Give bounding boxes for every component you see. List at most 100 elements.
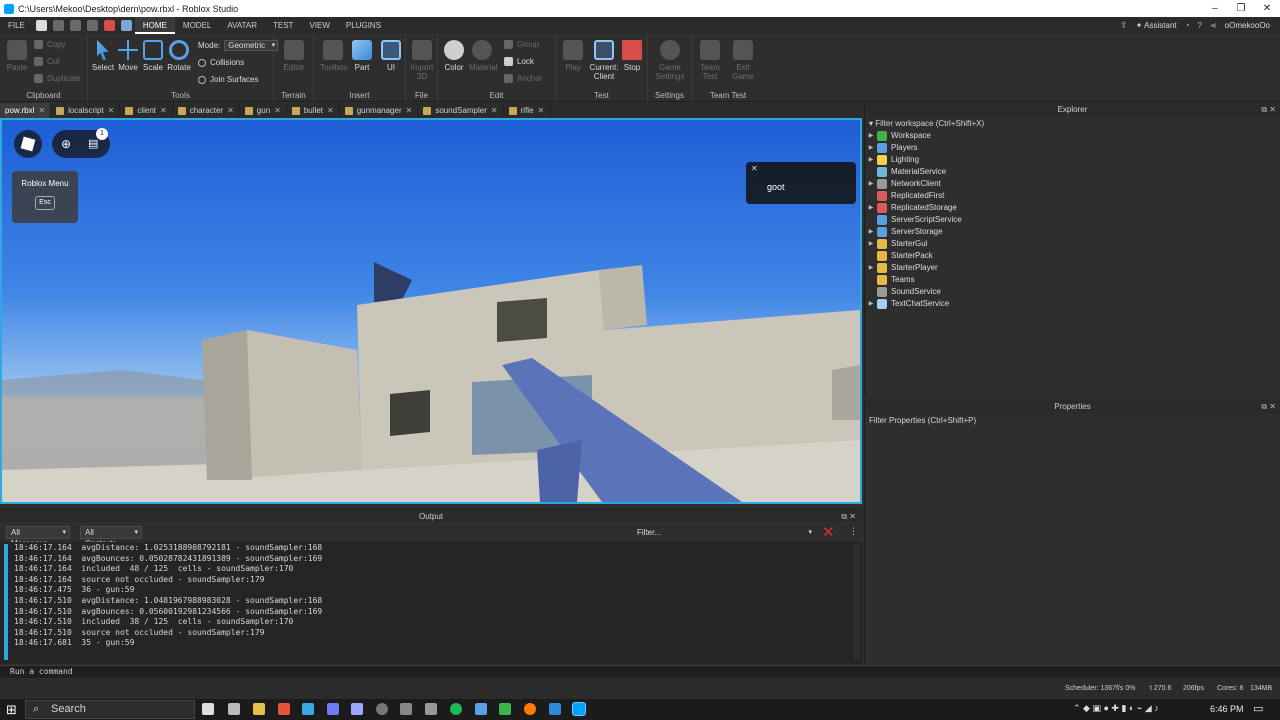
spotify-icon[interactable] — [450, 703, 462, 715]
close-tab-icon[interactable]: ✕ — [108, 103, 115, 118]
explorer-item-textchatservice[interactable]: ▶ TextChatService — [865, 298, 1280, 310]
expand-arrow-icon[interactable]: ▶ — [865, 178, 877, 190]
expand-arrow-icon[interactable]: ▶ — [865, 142, 877, 154]
output-scrollbar[interactable] — [854, 544, 860, 660]
firefox-icon[interactable] — [524, 703, 536, 715]
explorer-item-replicatedfirst[interactable]: ReplicatedFirst — [865, 190, 1280, 202]
explorer-item-lighting[interactable]: ▶ Lighting — [865, 154, 1280, 166]
explorer-item-soundservice[interactable]: SoundService — [865, 286, 1280, 298]
notifications-icon[interactable]: ◔ — [1185, 21, 1190, 30]
move-tool[interactable]: Move — [115, 40, 141, 72]
lock-button[interactable]: Lock — [504, 57, 534, 66]
output-filter-input[interactable]: Filter... — [632, 526, 816, 539]
clear-output-icon[interactable]: ✕ — [822, 523, 835, 541]
undo-icon[interactable] — [52, 20, 64, 31]
minimize-button[interactable]: – — [1202, 3, 1228, 14]
paste-button[interactable]: Paste — [4, 40, 30, 72]
close-tab-icon[interactable]: ✕ — [538, 103, 545, 118]
camera-icon[interactable]: ⊕ — [61, 137, 71, 151]
task-view-icon[interactable] — [202, 703, 214, 715]
tab-pow-rbxl[interactable]: pow.rbxl ✕ — [0, 103, 52, 118]
obs-icon[interactable] — [376, 703, 388, 715]
close-tab-icon[interactable]: ✕ — [274, 103, 281, 118]
close-tab-icon[interactable]: ✕ — [491, 103, 498, 118]
tab-localscript[interactable]: localscript ✕ — [51, 103, 121, 118]
stop-button[interactable]: Stop — [619, 40, 645, 72]
explorer-item-starterpack[interactable]: StarterPack — [865, 250, 1280, 262]
explorer-item-serverstorage[interactable]: ▶ ServerStorage — [865, 226, 1280, 238]
select-tool[interactable]: Select — [90, 40, 116, 72]
toolbox-button[interactable]: Toolbox — [320, 40, 348, 72]
scale-tool[interactable]: Scale — [140, 40, 166, 72]
taskbar-search[interactable]: ⌕ Search — [25, 700, 195, 719]
play-button[interactable]: Play — [560, 40, 586, 72]
close-tab-icon[interactable]: ✕ — [327, 103, 334, 118]
terrain-editor-button[interactable]: Editor — [281, 40, 307, 72]
toast-close-button[interactable]: ✕ — [751, 164, 758, 173]
import-3d-button[interactable]: Import 3D — [409, 40, 435, 81]
explorer-item-workspace[interactable]: ▶ Workspace — [865, 130, 1280, 142]
properties-filter-input[interactable]: Filter Properties (Ctrl+Shift+P) — [865, 414, 1280, 427]
share-icon[interactable]: ⇪ — [1120, 20, 1128, 31]
explorer-item-materialservice[interactable]: MaterialService — [865, 166, 1280, 178]
ui-button[interactable]: UI — [378, 40, 404, 72]
new-file-icon[interactable] — [35, 20, 47, 31]
app-icon[interactable] — [400, 703, 412, 715]
exit-game-button[interactable]: Exit Game — [730, 40, 756, 81]
close-tab-icon[interactable]: ✕ — [160, 103, 167, 118]
tab-client[interactable]: client ✕ — [120, 103, 173, 118]
app-icon[interactable] — [499, 703, 511, 715]
group-button[interactable]: Group — [504, 40, 539, 49]
expand-arrow-icon[interactable]: ▶ — [865, 262, 877, 274]
brave-browser-icon[interactable] — [278, 703, 290, 715]
explorer-item-startergui[interactable]: ▶ StarterGui — [865, 238, 1280, 250]
app-icon[interactable] — [425, 703, 437, 715]
roblox-logo-button[interactable] — [14, 130, 42, 158]
contexts-filter-dropdown[interactable]: All Contexts — [80, 526, 142, 548]
explorer-item-networkclient[interactable]: ▶ NetworkClient — [865, 178, 1280, 190]
close-button[interactable]: ✕ — [1254, 3, 1280, 14]
restore-button[interactable]: ❐ — [1228, 3, 1254, 14]
messages-filter-dropdown[interactable]: All Messages — [6, 526, 70, 548]
properties-panel-controls[interactable]: ⧉ ✕ — [1261, 400, 1276, 414]
join-surfaces-toggle[interactable]: Join Surfaces — [198, 75, 258, 84]
taskbar-clock[interactable]: 6:46 PM — [1210, 704, 1244, 714]
expand-arrow-icon[interactable]: ▶ — [865, 202, 877, 214]
app-icon[interactable] — [302, 703, 314, 715]
part-button[interactable]: Part — [349, 40, 375, 72]
mode-select[interactable]: Geometric — [224, 40, 279, 51]
tab-soundsampler[interactable]: soundSampler ✕ — [418, 103, 504, 118]
cut-button[interactable]: Cut — [34, 57, 59, 66]
expand-arrow-icon[interactable]: ▶ — [865, 238, 877, 250]
team-create-icon[interactable] — [120, 20, 132, 31]
current-client-button[interactable]: Current: Client — [589, 40, 619, 81]
explorer-panel-controls[interactable]: ⧉ ✕ — [1261, 103, 1276, 117]
more-options-icon[interactable]: ⋮ — [849, 526, 858, 537]
game-viewport[interactable]: ⊕ ▤ 1 Roblox Menu Esc ✕ goot — [0, 118, 862, 504]
anchor-button[interactable]: Anchor — [504, 74, 542, 83]
explorer-item-starterplayer[interactable]: ▶ StarterPlayer — [865, 262, 1280, 274]
username[interactable]: oOmekooOo — [1225, 21, 1270, 30]
game-settings-button[interactable]: Game Settings — [654, 40, 686, 81]
discord-icon[interactable] — [327, 703, 339, 715]
expand-arrow-icon[interactable]: ▶ — [865, 154, 877, 166]
tab-model[interactable]: MODEL — [175, 17, 219, 34]
expand-arrow-icon[interactable]: ▶ — [865, 298, 877, 310]
help-icon[interactable]: ? — [1197, 21, 1201, 30]
rotate-tool[interactable]: Rotate — [166, 40, 192, 72]
assistant-button[interactable]: ✦ Assistant — [1136, 21, 1177, 30]
close-tab-icon[interactable]: ✕ — [406, 103, 413, 118]
file-explorer-icon[interactable] — [253, 703, 265, 715]
color-button[interactable]: Color — [441, 40, 467, 72]
menu-file[interactable]: FILE — [0, 17, 33, 34]
close-tab-icon[interactable]: ✕ — [227, 103, 234, 118]
explorer-item-players[interactable]: ▶ Players — [865, 142, 1280, 154]
collaborate-icon[interactable]: ⋖ — [1210, 21, 1217, 30]
explorer-item-serverscriptservice[interactable]: ServerScriptService — [865, 214, 1280, 226]
tab-avatar[interactable]: AVATAR — [219, 17, 265, 34]
tab-rifle[interactable]: rifle ✕ — [504, 103, 551, 118]
explorer-item-replicatedstorage[interactable]: ▶ ReplicatedStorage — [865, 202, 1280, 214]
command-bar[interactable]: Run a command — [0, 665, 1280, 678]
windows-start-icon[interactable]: ⊞ — [6, 702, 17, 718]
tab-plugins[interactable]: PLUGINS — [338, 17, 389, 34]
